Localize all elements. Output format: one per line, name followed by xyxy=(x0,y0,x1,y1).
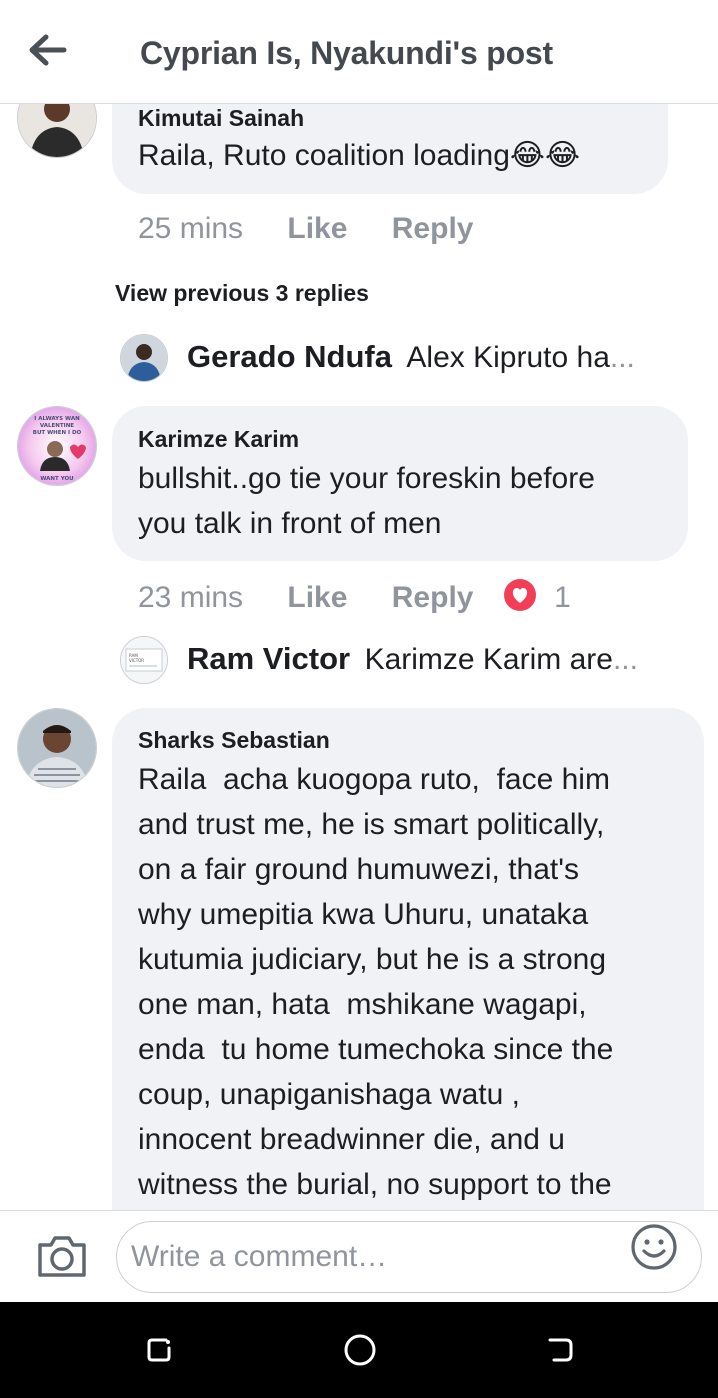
reply-preview[interactable]: Ram Victor Karimze Karim are... xyxy=(187,641,638,691)
comment-text-line: one man, hata mshikane wagapi, xyxy=(138,988,587,1021)
comment-text-line: bullshit..go tie your foreskin before xyxy=(138,462,595,495)
reply-author: Gerado Ndufa xyxy=(187,339,392,374)
page-title: Cyprian Is, Nyakundi's post xyxy=(140,35,553,71)
system-back-button[interactable] xyxy=(544,1334,576,1371)
avatar[interactable]: I ALWAYS WAN VALENTINE BUT WHEN I DO WAN… xyxy=(17,406,97,486)
avatar[interactable]: RAM VICTOR xyxy=(120,636,168,684)
home-icon xyxy=(344,1334,376,1366)
reply-button[interactable]: Reply xyxy=(392,212,474,245)
comment-meta: 25 mins Like Reply xyxy=(138,212,473,246)
reply-button[interactable]: Reply xyxy=(392,581,474,614)
comment-text-line: you talk in front of men xyxy=(138,507,442,540)
laughing-emoji-icon: 😂😂 xyxy=(509,139,581,172)
comment-timestamp: 25 mins xyxy=(138,212,244,245)
comments-feed[interactable]: Kimutai Sainah Raila, Ruto coalition loa… xyxy=(0,104,718,1210)
like-button[interactable]: Like xyxy=(287,212,347,245)
top-bar: Cyprian Is, Nyakundi's post xyxy=(0,0,718,104)
reply-ellipsis: ... xyxy=(612,643,638,676)
reply-text: Karimze Karim are xyxy=(364,643,613,676)
comment-text-line: Raila acha kuogopa ruto, face him xyxy=(138,763,610,796)
avatar[interactable] xyxy=(17,104,97,158)
avatar-caption: I ALWAYS WAN xyxy=(34,416,80,422)
comment-author[interactable]: Kimutai Sainah xyxy=(138,105,304,132)
like-button[interactable]: Like xyxy=(287,581,347,614)
view-previous-replies-link[interactable]: View previous 3 replies xyxy=(115,280,369,307)
comment-placeholder: Write a comment… xyxy=(131,1240,387,1274)
avatar-caption: WANT YOU xyxy=(40,476,73,482)
comment-author[interactable]: Sharks Sebastian xyxy=(138,727,330,754)
reply-author: Ram Victor xyxy=(187,641,351,676)
comment-text-line: and trust me, he is smart politically, xyxy=(138,808,605,841)
comment-author[interactable]: Karimze Karim xyxy=(138,426,299,453)
comment-meta: 23 mins Like Reply 1 xyxy=(138,579,571,615)
love-reaction-icon[interactable] xyxy=(503,579,536,611)
back-icon xyxy=(548,1338,573,1362)
home-button[interactable] xyxy=(343,1333,377,1372)
camera-button[interactable] xyxy=(36,1233,88,1284)
avatar-caption: BUT WHEN I DO xyxy=(33,430,82,436)
avatar[interactable] xyxy=(120,334,168,382)
avatar[interactable] xyxy=(17,708,97,788)
comment-text-line: enda tu home tumechoka since the xyxy=(138,1033,614,1066)
recent-apps-button[interactable] xyxy=(144,1334,176,1371)
smiley-icon xyxy=(631,1224,677,1270)
reply-preview[interactable]: Gerado Ndufa Alex Kipruto ha... xyxy=(187,339,635,389)
comment-composer: Write a comment… xyxy=(0,1210,718,1303)
avatar-caption: VALENTINE xyxy=(40,423,74,429)
camera-icon xyxy=(38,1236,86,1277)
emoji-button[interactable] xyxy=(630,1223,678,1276)
reply-ellipsis: ... xyxy=(609,341,635,374)
comment-text-line: kutumia judiciary, but he is a strong xyxy=(138,943,607,976)
reply-text: Alex Kipruto ha xyxy=(406,341,610,374)
avatar-caption: VICTOR xyxy=(129,658,144,663)
comment-text-line: on a fair ground humuwezi, that's xyxy=(138,853,579,886)
placeholder-ellipsis: … xyxy=(357,1240,388,1273)
placeholder-text: Write a comment xyxy=(131,1240,358,1273)
comment-text-body: Raila, Ruto coalition loading xyxy=(138,139,510,172)
comment-text-line: why umepitia kwa Uhuru, unataka xyxy=(138,898,589,931)
back-button[interactable] xyxy=(22,28,72,72)
reaction-count[interactable]: 1 xyxy=(554,581,571,614)
comment-text: Raila, Ruto coalition loading😂😂 xyxy=(138,133,580,178)
comment-text-line: coup, unapiganishaga watu , xyxy=(138,1078,520,1111)
system-navigation-bar xyxy=(0,1302,718,1398)
comment-input[interactable]: Write a comment… xyxy=(116,1221,702,1293)
comment-timestamp: 23 mins xyxy=(138,581,244,614)
comment-text-line: innocent breadwinner die, and u xyxy=(138,1123,565,1156)
comment-text-line: witness the burial, no support to the xyxy=(138,1168,612,1201)
recent-apps-icon xyxy=(147,1338,171,1362)
arrow-left-icon xyxy=(29,34,67,66)
